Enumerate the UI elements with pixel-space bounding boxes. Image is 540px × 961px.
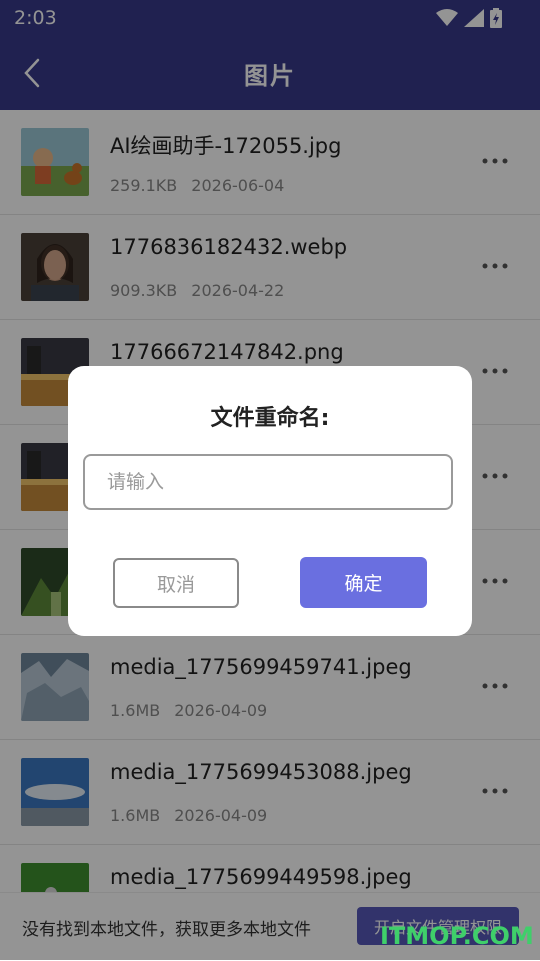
dialog-title: 文件重命名:	[210, 406, 330, 431]
rename-dialog: 文件重命名: 取消 确定	[68, 366, 472, 636]
rename-input[interactable]	[83, 454, 453, 510]
cancel-button[interactable]: 取消	[113, 558, 239, 608]
confirm-button[interactable]: 确定	[300, 557, 427, 608]
watermark: ITMOP.COM	[380, 922, 534, 950]
